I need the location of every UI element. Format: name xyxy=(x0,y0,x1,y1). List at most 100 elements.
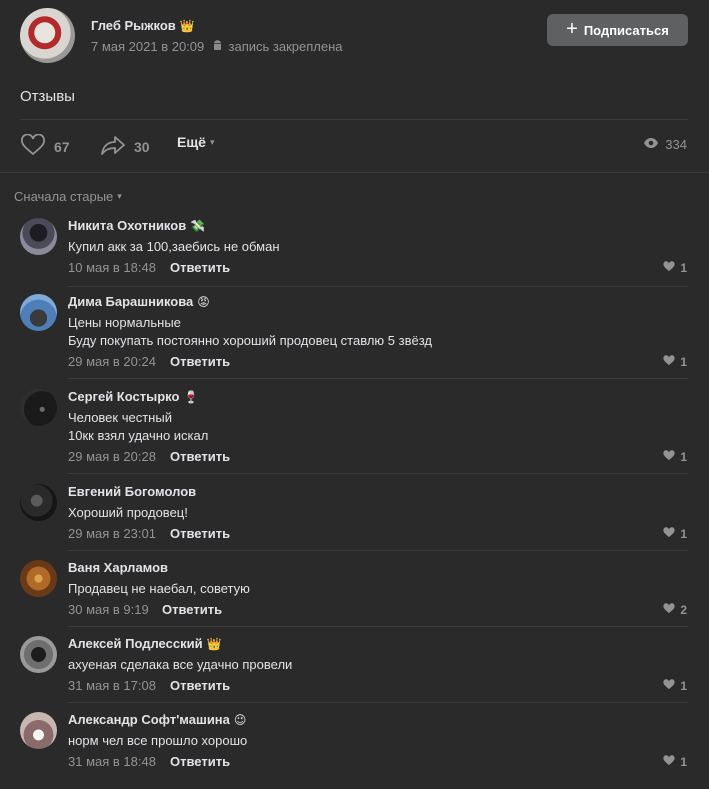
comment-author[interactable]: Сергей Костырко 🍷 xyxy=(68,389,198,404)
comment-date[interactable]: 29 мая в 20:28 xyxy=(68,449,156,464)
post-date[interactable]: 7 мая 2021 в 20:09 xyxy=(91,39,204,54)
author-avatar[interactable] xyxy=(20,8,75,63)
heart-icon xyxy=(663,261,675,275)
comment-text: Хороший продовец! xyxy=(68,505,188,520)
avatar[interactable] xyxy=(20,294,57,331)
comment-date[interactable]: 31 мая в 18:48 xyxy=(68,754,156,769)
divider xyxy=(68,286,688,287)
reply-button[interactable]: Ответить xyxy=(170,678,230,693)
comment-date[interactable]: 31 мая в 17:08 xyxy=(68,678,156,693)
reply-button[interactable]: Ответить xyxy=(170,354,230,369)
comment-text: ахуеная сделака все удачно провели xyxy=(68,657,293,672)
comment-like-count: 1 xyxy=(680,527,687,541)
post-header: Глеб Рыжков 👑 7 мая 2021 в 20:09 запись з… xyxy=(0,0,709,72)
avatar[interactable] xyxy=(20,484,57,521)
comment-date[interactable]: 30 мая в 9:19 xyxy=(68,602,149,617)
reply-button[interactable]: Ответить xyxy=(162,602,222,617)
comment-author[interactable]: Евгений Богомолов xyxy=(68,484,200,499)
avatar[interactable] xyxy=(20,636,57,673)
sort-dropdown[interactable]: Сначала старые ▾ xyxy=(14,189,122,204)
share-count: 30 xyxy=(134,138,150,155)
divider xyxy=(68,550,688,551)
comment-like-button[interactable]: 2 xyxy=(663,603,687,617)
emoji-icon: 😡 xyxy=(197,295,210,309)
comment-like-count: 1 xyxy=(680,355,687,369)
sort-label: Сначала старые xyxy=(14,189,114,204)
divider xyxy=(0,172,709,173)
heart-icon xyxy=(663,603,675,617)
comment-like-button[interactable]: 1 xyxy=(663,527,687,541)
post-meta: 7 мая 2021 в 20:09 запись закреплена xyxy=(91,39,342,54)
comment-text: Цены нормальные xyxy=(68,315,181,330)
comment-like-button[interactable]: 1 xyxy=(663,679,687,693)
comment-author[interactable]: Александр Софт'машина 😉 xyxy=(68,712,246,727)
reply-button[interactable]: Ответить xyxy=(170,526,230,541)
comment-like-count: 1 xyxy=(680,450,687,464)
divider xyxy=(68,378,688,379)
avatar[interactable] xyxy=(20,560,57,597)
comment-author[interactable]: Ваня Харламов xyxy=(68,560,172,575)
author-name[interactable]: Алексей Подлесский xyxy=(68,636,203,651)
eye-icon xyxy=(643,137,659,152)
author-name[interactable]: Александр Софт'машина xyxy=(68,712,230,727)
comment-text: Буду покупать постоянно хороший продовец… xyxy=(68,333,432,348)
comment-text: Продавец не наебал, советую xyxy=(68,581,250,596)
comment-date[interactable]: 10 мая в 18:48 xyxy=(68,260,156,275)
reply-button[interactable]: Ответить xyxy=(170,260,230,275)
like-count: 67 xyxy=(54,138,70,155)
author-name[interactable]: Глеб Рыжков xyxy=(91,18,176,33)
share-button[interactable]: 30 xyxy=(100,134,150,159)
comment-like-count: 2 xyxy=(680,603,687,617)
comment-author[interactable]: Никита Охотников 💸 xyxy=(68,218,205,233)
avatar[interactable] xyxy=(20,389,57,426)
reply-button[interactable]: Ответить xyxy=(170,449,230,464)
author-name[interactable]: Дима Барашникова xyxy=(68,294,193,309)
comment-like-count: 1 xyxy=(680,755,687,769)
comment-text: норм чел все прошло хорошо xyxy=(68,733,248,748)
comment-text: 10кк взял удачно искал xyxy=(68,428,209,443)
comment-date[interactable]: 29 мая в 23:01 xyxy=(68,526,156,541)
heart-icon xyxy=(20,133,46,159)
author-name[interactable]: Ваня Харламов xyxy=(68,560,168,575)
crown-icon: 👑 xyxy=(179,19,195,33)
comment-like-button[interactable]: 1 xyxy=(663,450,687,464)
comment-like-button[interactable]: 1 xyxy=(663,755,687,769)
comment-like-count: 1 xyxy=(680,679,687,693)
emoji-icon: 👑 xyxy=(206,637,222,651)
avatar[interactable] xyxy=(20,218,57,255)
chevron-down-icon: ▾ xyxy=(117,191,122,201)
like-button[interactable]: 67 xyxy=(20,133,70,159)
author-name[interactable]: Никита Охотников xyxy=(68,218,186,233)
comment-like-button[interactable]: 1 xyxy=(663,355,687,369)
view-count: 334 xyxy=(665,137,687,152)
divider xyxy=(68,626,688,627)
more-button[interactable]: Ещё ▾ xyxy=(177,134,214,150)
heart-icon xyxy=(663,679,675,693)
avatar[interactable] xyxy=(20,712,57,749)
comment-date[interactable]: 29 мая в 20:24 xyxy=(68,354,156,369)
reply-button[interactable]: Ответить xyxy=(170,754,230,769)
subscribe-button[interactable]: + Подписаться xyxy=(547,14,688,46)
comment-like-button[interactable]: 1 xyxy=(663,261,687,275)
views: 334 xyxy=(643,137,687,152)
emoji-icon: 😉 xyxy=(233,713,247,727)
comment-text: Человек честный xyxy=(68,410,172,425)
heart-icon xyxy=(663,450,675,464)
author-name[interactable]: Сергей Костырко xyxy=(68,389,179,404)
action-bar: 67 30 Ещё ▾ 334 xyxy=(0,120,709,172)
comment-author[interactable]: Дима Барашникова 😡 xyxy=(68,294,210,309)
emoji-icon: 🍷 xyxy=(183,390,199,404)
comment-like-count: 1 xyxy=(680,261,687,275)
heart-icon xyxy=(663,527,675,541)
subscribe-label: Подписаться xyxy=(583,22,669,38)
plus-icon: + xyxy=(566,18,578,40)
post-author[interactable]: Глеб Рыжков 👑 xyxy=(91,18,195,33)
author-name[interactable]: Евгений Богомолов xyxy=(68,484,196,499)
heart-icon xyxy=(663,355,675,369)
divider xyxy=(68,473,688,474)
post-text: Отзывы xyxy=(20,88,75,105)
comment-author[interactable]: Алексей Подлесский 👑 xyxy=(68,636,222,651)
pinned-label: запись закреплена xyxy=(228,39,343,54)
android-icon xyxy=(212,39,223,54)
chevron-down-icon: ▾ xyxy=(209,137,215,147)
